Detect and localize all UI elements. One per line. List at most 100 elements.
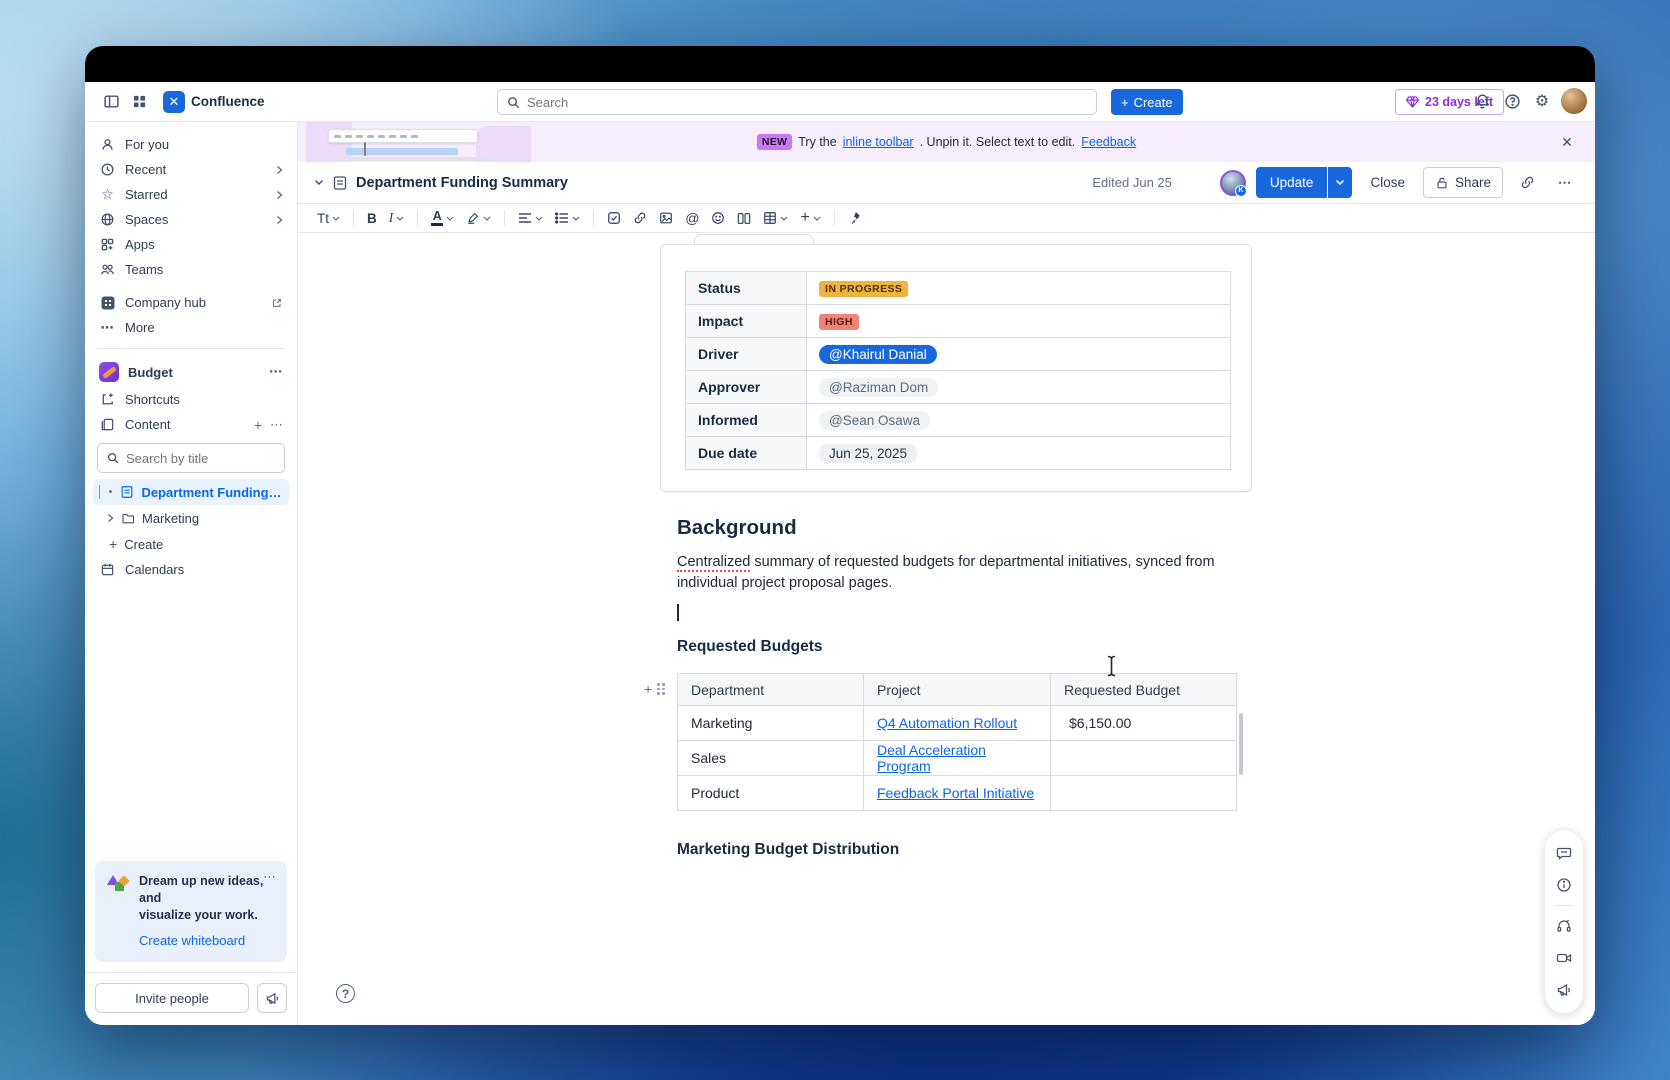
sidebar-item-spaces[interactable]: Spaces — [93, 207, 289, 232]
add-row-icon[interactable]: + — [644, 681, 652, 697]
content-more-icon[interactable]: ⋯ — [270, 417, 283, 433]
space-more-icon[interactable]: ⋯ — [269, 364, 283, 380]
sidebar-item-more[interactable]: ⋯ More — [93, 315, 289, 340]
sidebar-item-shortcuts[interactable]: Shortcuts — [93, 387, 289, 412]
property-label[interactable]: Impact — [686, 305, 807, 338]
table-dropdown[interactable] — [758, 206, 793, 230]
property-label[interactable]: Approver — [686, 371, 807, 404]
update-button[interactable]: Update — [1256, 167, 1328, 198]
global-search[interactable] — [497, 89, 1097, 115]
headset-icon[interactable] — [1550, 912, 1578, 940]
sidebar-item-calendars[interactable]: Calendars — [93, 557, 289, 582]
copy-link-icon[interactable] — [1513, 169, 1541, 197]
sidebar-item-recent[interactable]: Recent — [93, 157, 289, 182]
link-icon[interactable] — [628, 206, 652, 230]
inline-toolbar-link[interactable]: inline toolbar — [843, 135, 914, 149]
sidebar-item-company-hub[interactable]: Company hub — [93, 290, 289, 315]
app-switcher-icon[interactable] — [125, 88, 153, 116]
tree-item-marketing[interactable]: Marketing — [93, 505, 289, 531]
italic-dropdown[interactable]: I — [384, 206, 410, 230]
sidebar-item-content[interactable]: Content + ⋯ — [93, 412, 289, 437]
chevron-right-icon[interactable] — [107, 513, 114, 523]
close-button[interactable]: Close — [1362, 175, 1413, 190]
column-header[interactable]: Requested Budget — [1051, 674, 1237, 706]
search-input[interactable] — [527, 95, 1088, 110]
layout-columns-icon[interactable] — [732, 206, 756, 230]
feedback-link[interactable]: Feedback — [1081, 135, 1136, 149]
settings-gear-icon[interactable]: ⚙ — [1531, 90, 1553, 112]
empty-paragraph[interactable] — [677, 604, 1235, 622]
property-label[interactable]: Status — [686, 272, 807, 305]
feedback-megaphone-button[interactable] — [257, 983, 287, 1013]
tree-search-input[interactable] — [126, 451, 276, 466]
megaphone-icon[interactable] — [1550, 976, 1578, 1004]
help-icon[interactable] — [1501, 90, 1523, 112]
page-title[interactable]: Department Funding Summary — [356, 175, 568, 191]
editor-canvas[interactable]: Status IN PROGRESS Impact HIGH Driver @K… — [298, 233, 1595, 1025]
invite-people-button[interactable]: Invite people — [95, 983, 249, 1013]
spellcheck-word[interactable]: Centralized — [677, 554, 750, 572]
emoji-icon[interactable] — [706, 206, 730, 230]
insert-dropdown[interactable]: + — [795, 206, 825, 230]
user-avatar[interactable] — [1561, 88, 1587, 114]
task-checkbox-icon[interactable] — [602, 206, 626, 230]
collaborator-avatar[interactable]: K — [1220, 170, 1246, 196]
video-camera-icon[interactable] — [1550, 944, 1578, 972]
page-properties-panel[interactable]: Status IN PROGRESS Impact HIGH Driver @K… — [660, 244, 1252, 492]
confluence-logo[interactable]: ✕ — [163, 91, 185, 113]
promo-more-icon[interactable]: ⋯ — [263, 869, 277, 885]
background-paragraph[interactable]: Centralized summary of requested budgets… — [677, 552, 1235, 594]
tree-item-department-funding-summary[interactable]: • Department Funding Summary — [93, 479, 289, 505]
banner-close-icon[interactable]: ✕ — [1557, 132, 1577, 152]
chevron-down-icon[interactable] — [314, 179, 324, 186]
requested-budgets-heading[interactable]: Requested Budgets — [677, 638, 1235, 656]
add-content-icon[interactable]: + — [254, 417, 262, 433]
table-scrollbar[interactable] — [1239, 713, 1243, 775]
property-label[interactable]: Driver — [686, 338, 807, 371]
image-icon[interactable] — [654, 206, 678, 230]
sidebar-item-teams[interactable]: Teams — [93, 257, 289, 282]
tree-create[interactable]: + Create — [93, 531, 289, 557]
mention-icon[interactable]: @ — [680, 206, 704, 230]
comments-icon[interactable] — [1550, 839, 1578, 867]
date-chip[interactable]: Jun 25, 2025 — [819, 444, 917, 463]
column-header[interactable]: Project — [864, 674, 1051, 706]
highlight-dropdown[interactable] — [461, 206, 496, 230]
align-dropdown[interactable] — [513, 206, 548, 230]
sidebar-item-apps[interactable]: Apps — [93, 232, 289, 257]
sidebar-item-starred[interactable]: ☆ Starred — [93, 182, 289, 207]
create-button[interactable]: + Create — [1111, 89, 1183, 115]
status-badge[interactable]: IN PROGRESS — [819, 281, 908, 297]
pin-toolbar-icon[interactable] — [843, 206, 866, 230]
editor-help-button[interactable]: ? — [336, 984, 355, 1003]
edited-label[interactable]: Edited Jun 25 — [1092, 175, 1172, 190]
sidebar-item-for-you[interactable]: For you — [93, 132, 289, 157]
project-link[interactable]: Feedback Portal Initiative — [877, 785, 1034, 801]
background-heading[interactable]: Background — [677, 516, 1235, 540]
list-dropdown[interactable] — [550, 206, 585, 230]
drag-handle-icon[interactable] — [657, 683, 665, 695]
window-titlebar[interactable] — [85, 46, 1595, 82]
tree-search[interactable] — [97, 443, 285, 473]
column-header[interactable]: Department — [678, 674, 864, 706]
bold-button[interactable]: B — [362, 206, 382, 230]
more-actions-icon[interactable]: ⋯ — [1551, 169, 1579, 197]
text-style-dropdown[interactable]: Tt — [312, 206, 345, 230]
project-link[interactable]: Deal Acceleration Program — [877, 742, 986, 774]
mention-chip[interactable]: @Sean Osawa — [819, 411, 930, 430]
create-whiteboard-link[interactable]: Create whiteboard — [139, 932, 245, 949]
info-icon[interactable] — [1550, 871, 1578, 899]
update-dropdown-button[interactable] — [1328, 167, 1352, 198]
space-header-budget[interactable]: Budget ⋯ — [93, 357, 289, 387]
impact-badge[interactable]: HIGH — [819, 314, 859, 330]
share-button[interactable]: Share — [1423, 167, 1503, 198]
notifications-icon[interactable] — [1471, 90, 1493, 112]
mention-chip[interactable]: @Khairul Danial — [819, 345, 937, 364]
collapse-sidebar-icon[interactable] — [97, 88, 125, 116]
property-label[interactable]: Due date — [686, 437, 807, 470]
text-color-dropdown[interactable]: A — [426, 206, 459, 230]
distribution-heading[interactable]: Marketing Budget Distribution — [677, 841, 1235, 859]
mention-chip[interactable]: @Raziman Dom — [819, 378, 938, 397]
property-label[interactable]: Informed — [686, 404, 807, 437]
project-link[interactable]: Q4 Automation Rollout — [877, 715, 1017, 731]
